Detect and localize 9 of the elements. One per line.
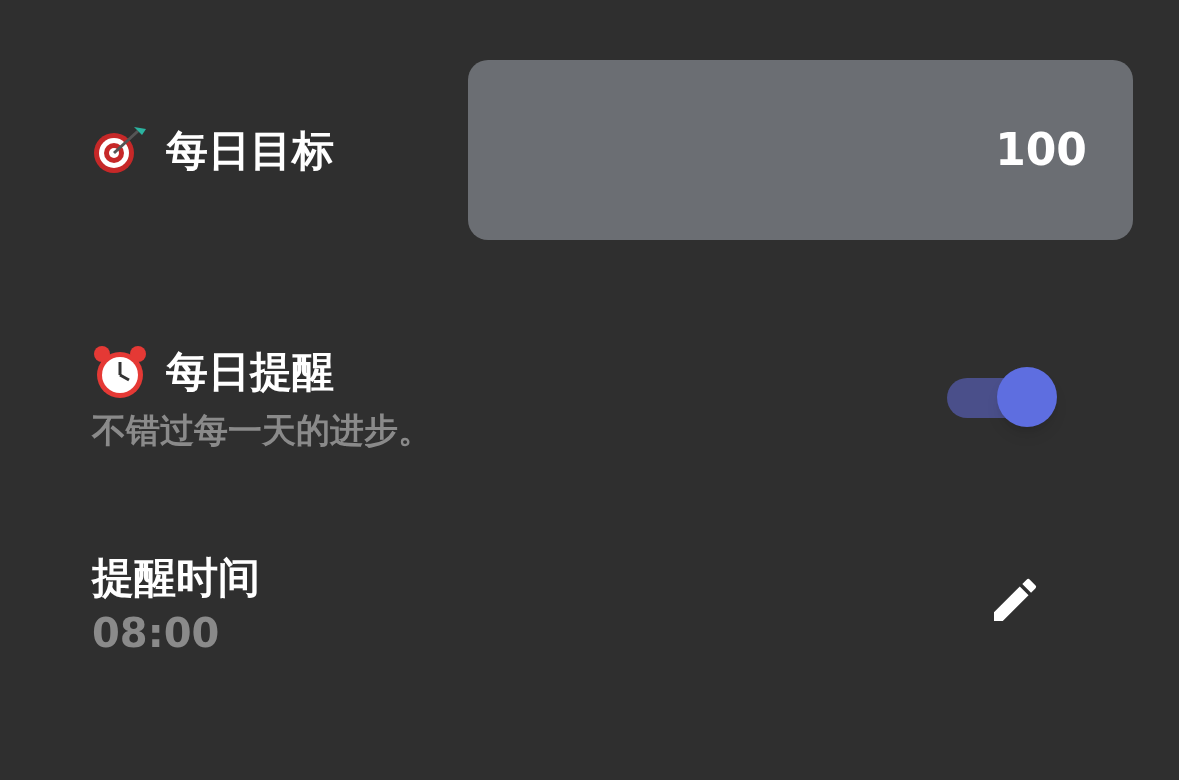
reminder-time-value: 08:00 xyxy=(92,613,221,653)
reminder-toggle[interactable] xyxy=(947,367,1057,429)
goal-input-field[interactable]: 100 xyxy=(468,60,1133,240)
reminder-description: 不错过每一天的进步。 xyxy=(92,409,432,452)
reminder-time-label: 提醒时间 xyxy=(92,552,260,604)
alarm-clock-icon xyxy=(92,343,148,400)
goal-label: 每日目标 xyxy=(166,124,334,177)
reminder-label: 每日提醒 xyxy=(166,346,334,398)
target-icon xyxy=(92,125,148,175)
